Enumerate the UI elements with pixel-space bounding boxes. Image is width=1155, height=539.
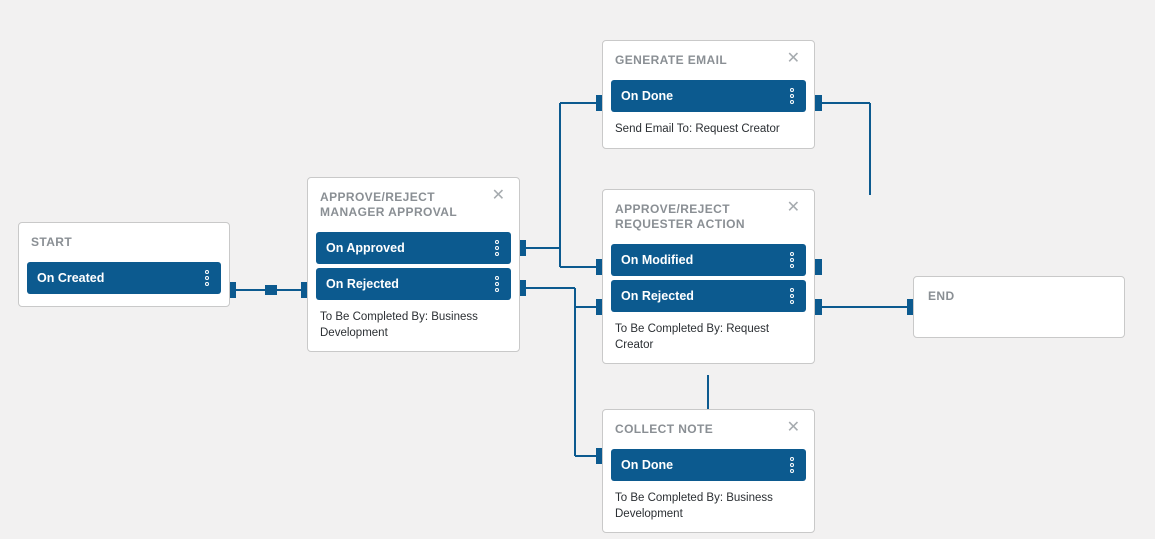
node-title-end: END — [928, 289, 1110, 303]
node-title-generate-email: GENERATE EMAIL — [615, 53, 727, 68]
action-on-created[interactable]: On Created — [27, 262, 221, 294]
node-title-collect-note: COLLECT NOTE — [615, 422, 713, 437]
node-collect-note[interactable]: COLLECT NOTE ✕ On Done To Be Completed B… — [602, 409, 815, 533]
action-label: On Created — [37, 271, 104, 285]
node-footer-requester: To Be Completed By: Request Creator — [611, 316, 806, 355]
drag-handle-icon[interactable] — [790, 252, 796, 268]
action-on-rejected-manager[interactable]: On Rejected — [316, 268, 511, 300]
close-icon[interactable]: ✕ — [785, 202, 802, 214]
drag-handle-icon[interactable] — [790, 288, 796, 304]
drag-handle-icon[interactable] — [790, 88, 796, 104]
action-on-modified[interactable]: On Modified — [611, 244, 806, 276]
action-label: On Done — [621, 89, 673, 103]
workflow-canvas[interactable]: START On Created APPROVE/REJECT MANAGER … — [0, 0, 1155, 539]
node-requester-action[interactable]: APPROVE/REJECT REQUESTER ACTION ✕ On Mod… — [602, 189, 815, 364]
node-footer-collect-note: To Be Completed By: Business Development — [611, 485, 806, 524]
close-icon[interactable]: ✕ — [490, 190, 507, 202]
drag-handle-icon[interactable] — [495, 240, 501, 256]
action-on-approved[interactable]: On Approved — [316, 232, 511, 264]
node-footer-manager: To Be Completed By: Business Development — [316, 304, 511, 343]
node-title-requester: APPROVE/REJECT REQUESTER ACTION — [615, 202, 785, 232]
node-title-manager: APPROVE/REJECT MANAGER APPROVAL — [320, 190, 490, 220]
action-on-done-email[interactable]: On Done — [611, 80, 806, 112]
drag-handle-icon[interactable] — [495, 276, 501, 292]
action-label: On Done — [621, 458, 673, 472]
node-manager-approval[interactable]: APPROVE/REJECT MANAGER APPROVAL ✕ On App… — [307, 177, 520, 352]
action-on-done-note[interactable]: On Done — [611, 449, 806, 481]
node-title-start: START — [31, 235, 72, 250]
close-icon[interactable]: ✕ — [785, 53, 802, 65]
action-label: On Modified — [621, 253, 693, 267]
drag-handle-icon[interactable] — [790, 457, 796, 473]
node-end[interactable]: END — [913, 276, 1125, 338]
action-label: On Rejected — [326, 277, 399, 291]
node-footer-generate-email: Send Email To: Request Creator — [611, 116, 806, 140]
node-start[interactable]: START On Created — [18, 222, 230, 307]
action-label: On Rejected — [621, 289, 694, 303]
drag-handle-icon[interactable] — [205, 270, 211, 286]
close-icon[interactable]: ✕ — [785, 422, 802, 434]
node-generate-email[interactable]: GENERATE EMAIL ✕ On Done Send Email To: … — [602, 40, 815, 149]
action-on-rejected-requester[interactable]: On Rejected — [611, 280, 806, 312]
action-label: On Approved — [326, 241, 405, 255]
